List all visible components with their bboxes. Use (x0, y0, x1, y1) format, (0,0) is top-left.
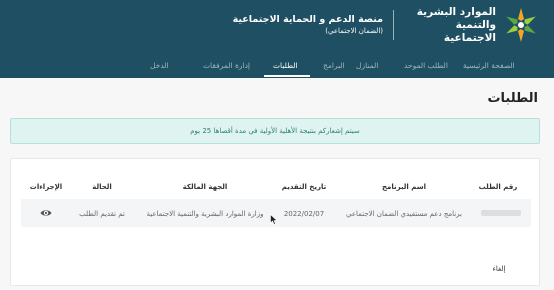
platform-name: منصة الدعم و الحماية الاجتماعية (الضمان … (233, 14, 383, 37)
column-header-status: الحالة (92, 183, 112, 191)
nav-item-programs[interactable]: البرامج (323, 61, 345, 70)
cell-owner: وزارة الموارد البشرية والتنمية الاجتماعي… (146, 210, 264, 218)
cancel-button[interactable]: إلغاء (484, 262, 514, 276)
platform-subtitle: (الضمان الاجتماعي) (325, 26, 383, 35)
nav-item-houses[interactable]: المنازل (356, 61, 378, 70)
nav-active-underline (264, 75, 310, 77)
top-header: الموارد البشرية والتنمية الاجتماعية منصة… (0, 0, 554, 78)
info-alert: سيتم إشعاركم بنتيجة الأهلية الأولية في م… (10, 118, 540, 144)
column-header-program-name: اسم البرنامج (381, 183, 427, 191)
request-number-redacted (481, 210, 521, 216)
column-header-request-number: رقم الطلب (478, 183, 518, 191)
nav-item-requests[interactable]: الطلبات (273, 61, 298, 70)
main-nav: الصفحة الرئيسية الطلب الموحد المنازل الب… (0, 58, 554, 78)
cell-program-name: برنامج دعم مستفيدي الضمان الاجتماعي (346, 210, 462, 218)
column-header-actions: الإجراءات (29, 183, 63, 191)
nav-item-unified-request[interactable]: الطلب الموحد (404, 61, 448, 70)
page-title: الطلبات (487, 91, 538, 106)
info-alert-text: سيتم إشعاركم بنتيجة الأهلية الأولية في م… (190, 127, 360, 135)
nav-item-home[interactable]: الصفحة الرئيسية (463, 61, 515, 70)
nav-item-attachments[interactable]: إدارة المرفقات (203, 61, 250, 70)
column-header-owner: الجهة المالكة (182, 183, 228, 191)
column-header-submission-date: تاريخ التقديم (281, 183, 327, 191)
mouse-cursor-icon (270, 214, 278, 225)
cell-submission-date: 2022/02/07 (283, 210, 325, 218)
brand-divider (393, 10, 394, 40)
cell-status: تم تقديم الطلب (79, 210, 125, 218)
nav-item-income[interactable]: الدخل (150, 61, 169, 70)
platform-title: منصة الدعم و الحماية الاجتماعية (232, 13, 383, 25)
eye-icon[interactable] (40, 207, 52, 219)
ministry-logo-icon (506, 8, 536, 42)
ministry-name: الموارد البشرية والتنمية الاجتماعية (416, 5, 496, 44)
brand-area: الموارد البشرية والتنمية الاجتماعية منصة… (233, 6, 540, 44)
